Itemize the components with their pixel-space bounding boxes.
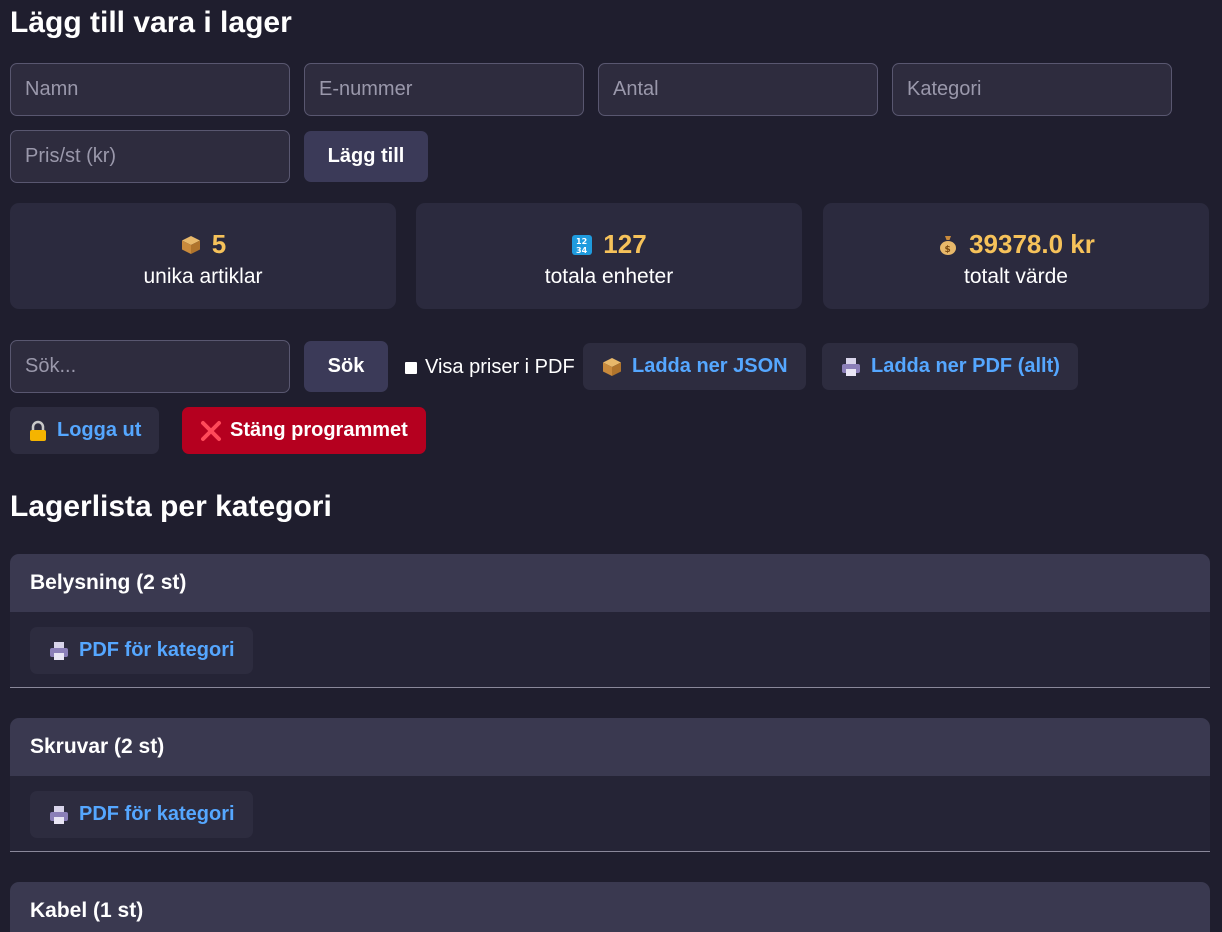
download-json-button[interactable]: Ladda ner JSON bbox=[583, 343, 806, 390]
package-icon bbox=[181, 235, 200, 254]
printer-icon bbox=[842, 357, 860, 376]
show-prices-checkbox[interactable]: Visa priser i PDF bbox=[405, 356, 575, 379]
money-bag-icon: $ bbox=[940, 235, 957, 255]
stat-total-value: $ 39378.0 kr totalt värde bbox=[823, 203, 1209, 309]
logout-label: Logga ut bbox=[57, 419, 142, 441]
close-program-label: Stäng programmet bbox=[230, 419, 408, 441]
category-pdf-button[interactable]: PDF för kategori bbox=[30, 627, 253, 674]
stat-value: 39378.0 kr bbox=[969, 229, 1095, 259]
search-button[interactable]: Sök bbox=[304, 341, 388, 392]
category-header[interactable]: Skruvar (2 st) bbox=[10, 718, 1210, 776]
show-prices-label: Visa priser i PDF bbox=[425, 356, 575, 378]
stat-label: unika artiklar bbox=[143, 265, 263, 288]
printer-icon bbox=[50, 805, 68, 824]
download-pdf-button[interactable]: Ladda ner PDF (allt) bbox=[822, 343, 1078, 390]
package-icon bbox=[603, 357, 621, 376]
close-icon bbox=[201, 420, 221, 441]
stat-unique-items: 5 unika artiklar bbox=[10, 203, 396, 309]
download-pdf-label: Ladda ner PDF (allt) bbox=[871, 355, 1060, 377]
svg-text:12: 12 bbox=[576, 237, 587, 246]
name-input[interactable] bbox=[10, 63, 290, 116]
lock-icon bbox=[30, 420, 46, 441]
inventory-page: Lägg till vara i lager Lägg till 5 unika… bbox=[0, 0, 1222, 932]
stat-label: totalt värde bbox=[964, 265, 1068, 288]
download-json-label: Ladda ner JSON bbox=[632, 355, 788, 377]
svg-text:$: $ bbox=[945, 245, 951, 255]
stat-value: 127 bbox=[603, 229, 647, 259]
category-pdf-label: PDF för kategori bbox=[79, 639, 235, 661]
stat-total-units: 12 34 127 totala enheter bbox=[416, 203, 802, 309]
stat-label: totala enheter bbox=[544, 265, 674, 288]
add-item-title: Lägg till vara i lager bbox=[10, 6, 292, 39]
quantity-input[interactable] bbox=[598, 63, 878, 116]
category-pdf-label: PDF för kategori bbox=[79, 803, 235, 825]
add-button[interactable]: Lägg till bbox=[304, 131, 428, 182]
search-input[interactable] bbox=[10, 340, 290, 393]
category-section: Kabel (1 st) bbox=[10, 882, 1210, 932]
category-header[interactable]: Belysning (2 st) bbox=[10, 554, 1210, 612]
category-header[interactable]: Kabel (1 st) bbox=[10, 882, 1210, 932]
inventory-list-title: Lagerlista per kategori bbox=[10, 490, 332, 523]
printer-icon bbox=[50, 641, 68, 660]
category-section: Skruvar (2 st) PDF för kategori bbox=[10, 718, 1210, 852]
enumber-input[interactable] bbox=[304, 63, 584, 116]
checkbox-box[interactable] bbox=[405, 361, 417, 374]
category-pdf-button[interactable]: PDF för kategori bbox=[30, 791, 253, 838]
stat-value: 5 bbox=[211, 229, 227, 259]
logout-button[interactable]: Logga ut bbox=[10, 407, 160, 454]
svg-text:34: 34 bbox=[576, 246, 588, 255]
close-program-button[interactable]: Stäng programmet bbox=[182, 407, 426, 454]
category-input[interactable] bbox=[892, 63, 1172, 116]
numbers-icon: 12 34 bbox=[572, 234, 593, 255]
price-input[interactable] bbox=[10, 130, 290, 183]
category-section: Belysning (2 st) PDF för kategori bbox=[10, 554, 1210, 688]
